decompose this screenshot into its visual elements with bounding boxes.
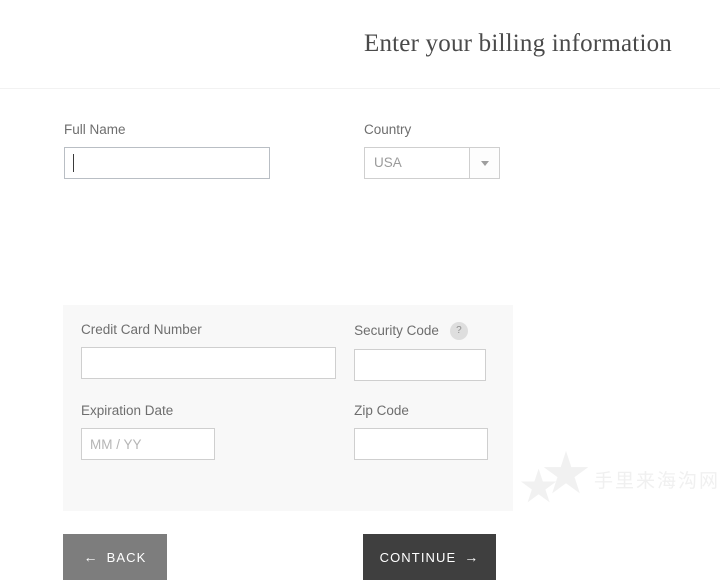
watermark: ★ ★ 手里来海沟网 xyxy=(518,440,720,518)
expiration-date-label: Expiration Date xyxy=(81,403,174,418)
arrow-right-icon: → xyxy=(464,549,480,565)
text-caret xyxy=(73,154,74,172)
credit-card-number-input[interactable] xyxy=(81,347,336,379)
question-mark-icon[interactable]: ? xyxy=(449,322,468,340)
zip-code-input[interactable] xyxy=(354,428,489,460)
full-name-label: Full Name xyxy=(64,122,126,137)
form-row-identity: Full Name Country USA xyxy=(0,122,720,179)
watermark-stars: ★ ★ xyxy=(518,444,598,514)
security-code-group: Security Code ? xyxy=(354,322,513,381)
star-icon: ★ xyxy=(540,441,592,506)
card-row-expiry: Expiration Date Zip Code xyxy=(81,403,513,460)
page-header: Enter your billing information xyxy=(0,0,720,89)
chevron-down-icon xyxy=(480,160,489,166)
credit-card-number-label: Credit Card Number xyxy=(81,322,202,337)
country-select[interactable]: USA xyxy=(364,147,500,179)
full-name-input-wrapper xyxy=(64,147,270,179)
billing-form: Full Name Country USA Credit Card Number xyxy=(0,89,720,580)
country-field-group: Country USA xyxy=(364,122,544,179)
full-name-input[interactable] xyxy=(64,147,270,179)
zip-code-group: Zip Code xyxy=(354,403,513,460)
card-row-number: Credit Card Number Security Code ? xyxy=(81,322,513,381)
expiration-date-input[interactable] xyxy=(81,428,215,460)
back-button[interactable]: ← BACK xyxy=(63,534,167,580)
country-label: Country xyxy=(364,122,412,137)
country-dropdown-button[interactable] xyxy=(469,147,500,179)
credit-card-number-group: Credit Card Number xyxy=(81,322,354,381)
zip-code-label: Zip Code xyxy=(354,403,409,418)
star-icon: ★ xyxy=(518,460,560,512)
full-name-field-group: Full Name xyxy=(64,122,364,179)
watermark-text: 手里来海沟网 xyxy=(593,469,720,492)
security-code-label-row: Security Code ? xyxy=(354,322,513,340)
security-code-input[interactable] xyxy=(354,349,487,381)
card-details-panel: Credit Card Number Security Code ? Expir… xyxy=(63,305,513,511)
continue-button[interactable]: CONTINUE → xyxy=(363,534,496,580)
country-select-value: USA xyxy=(364,147,469,179)
page-title: Enter your billing information xyxy=(363,30,672,57)
back-button-label: BACK xyxy=(106,549,147,565)
form-actions: ← BACK CONTINUE → xyxy=(63,534,663,580)
expiration-date-group: Expiration Date xyxy=(81,403,354,460)
arrow-left-icon: ← xyxy=(83,549,99,565)
card-details-inner: Credit Card Number Security Code ? Expir… xyxy=(63,305,513,460)
continue-button-label: CONTINUE xyxy=(379,549,457,565)
security-code-label: Security Code xyxy=(354,323,439,338)
